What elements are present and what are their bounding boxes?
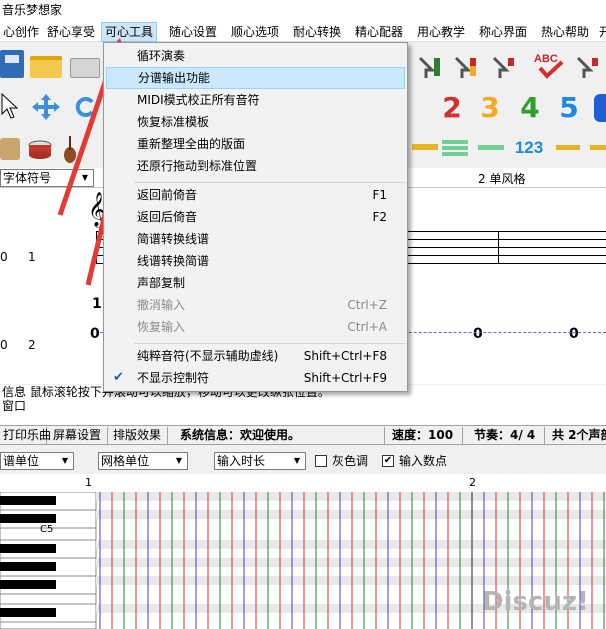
checkmark-icon: ✔: [113, 370, 124, 385]
menu-item-label: 返回后倚音: [137, 210, 198, 224]
menu-item-redo[interactable]: 恢复输入 Ctrl+A: [106, 316, 405, 338]
menu-item-shortcut: Ctrl+A: [347, 320, 387, 334]
menu-item-label: 循环演奏: [137, 49, 186, 63]
menu-item-next-grace[interactable]: 返回后倚音 F2: [106, 206, 405, 228]
menu-item-label: 返回前倚音: [137, 188, 198, 202]
menu-item-label: 重新整理全曲的版面: [137, 137, 246, 151]
menu-item-shortcut: F1: [372, 188, 387, 202]
menu-item-label: 恢复输入: [137, 320, 186, 334]
menu-item-label: 简谱转换线谱: [137, 232, 210, 246]
menu-separator: [134, 343, 405, 344]
menu-item-hide-controls[interactable]: ✔ 不显示控制符 Shift+Ctrl+F9: [106, 367, 405, 389]
menu-item-label: 线谱转换简谱: [137, 254, 210, 268]
menu-item-label: 纯粹音符(不显示辅助虚线): [137, 349, 279, 363]
menu-item-label: 不显示控制符: [137, 371, 210, 385]
menu-item-copy-voice[interactable]: 声部复制: [106, 272, 405, 294]
menu-item-split-output[interactable]: 分谱输出功能: [106, 67, 405, 89]
menu-item-shortcut: F2: [372, 210, 387, 224]
menu-item-loop-play[interactable]: 循环演奏: [106, 45, 405, 67]
menu-item-label: 恢复标准模板: [137, 115, 210, 129]
menu-item-label: 分谱输出功能: [138, 71, 211, 85]
menu-item-jianpu-to-staff[interactable]: 简谱转换线谱: [106, 228, 405, 250]
menu-item-label: MIDI模式校正所有音符: [137, 93, 260, 107]
menu-item-label: 还原行拖动到标准位置: [137, 159, 258, 173]
menu-item-label: 声部复制: [137, 276, 186, 290]
menu-item-restore-row[interactable]: 还原行拖动到标准位置: [106, 155, 405, 177]
menu-item-undo[interactable]: 撤消输入 Ctrl+Z: [106, 294, 405, 316]
menu-item-staff-to-jianpu[interactable]: 线谱转换简谱: [106, 250, 405, 272]
menu-item-shortcut: Shift+Ctrl+F8: [303, 349, 387, 363]
menu-item-prev-grace[interactable]: 返回前倚音 F1: [106, 184, 405, 206]
menu-item-shortcut: Shift+Ctrl+F9: [303, 371, 387, 385]
menu-item-restore-template[interactable]: 恢复标准模板: [106, 111, 405, 133]
menu-separator: [134, 182, 405, 183]
menu-item-midi-correct[interactable]: MIDI模式校正所有音符: [106, 89, 405, 111]
menu-item-pure-notes[interactable]: 纯粹音符(不显示辅助虚线) Shift+Ctrl+F8: [106, 345, 405, 367]
tools-dropdown-menu: 循环演奏 分谱输出功能 MIDI模式校正所有音符 恢复标准模板 重新整理全曲的版…: [103, 42, 408, 392]
menu-item-label: 撤消输入: [137, 298, 186, 312]
menu-item-shortcut: Ctrl+Z: [347, 298, 387, 312]
menu-item-relayout[interactable]: 重新整理全曲的版面: [106, 133, 405, 155]
